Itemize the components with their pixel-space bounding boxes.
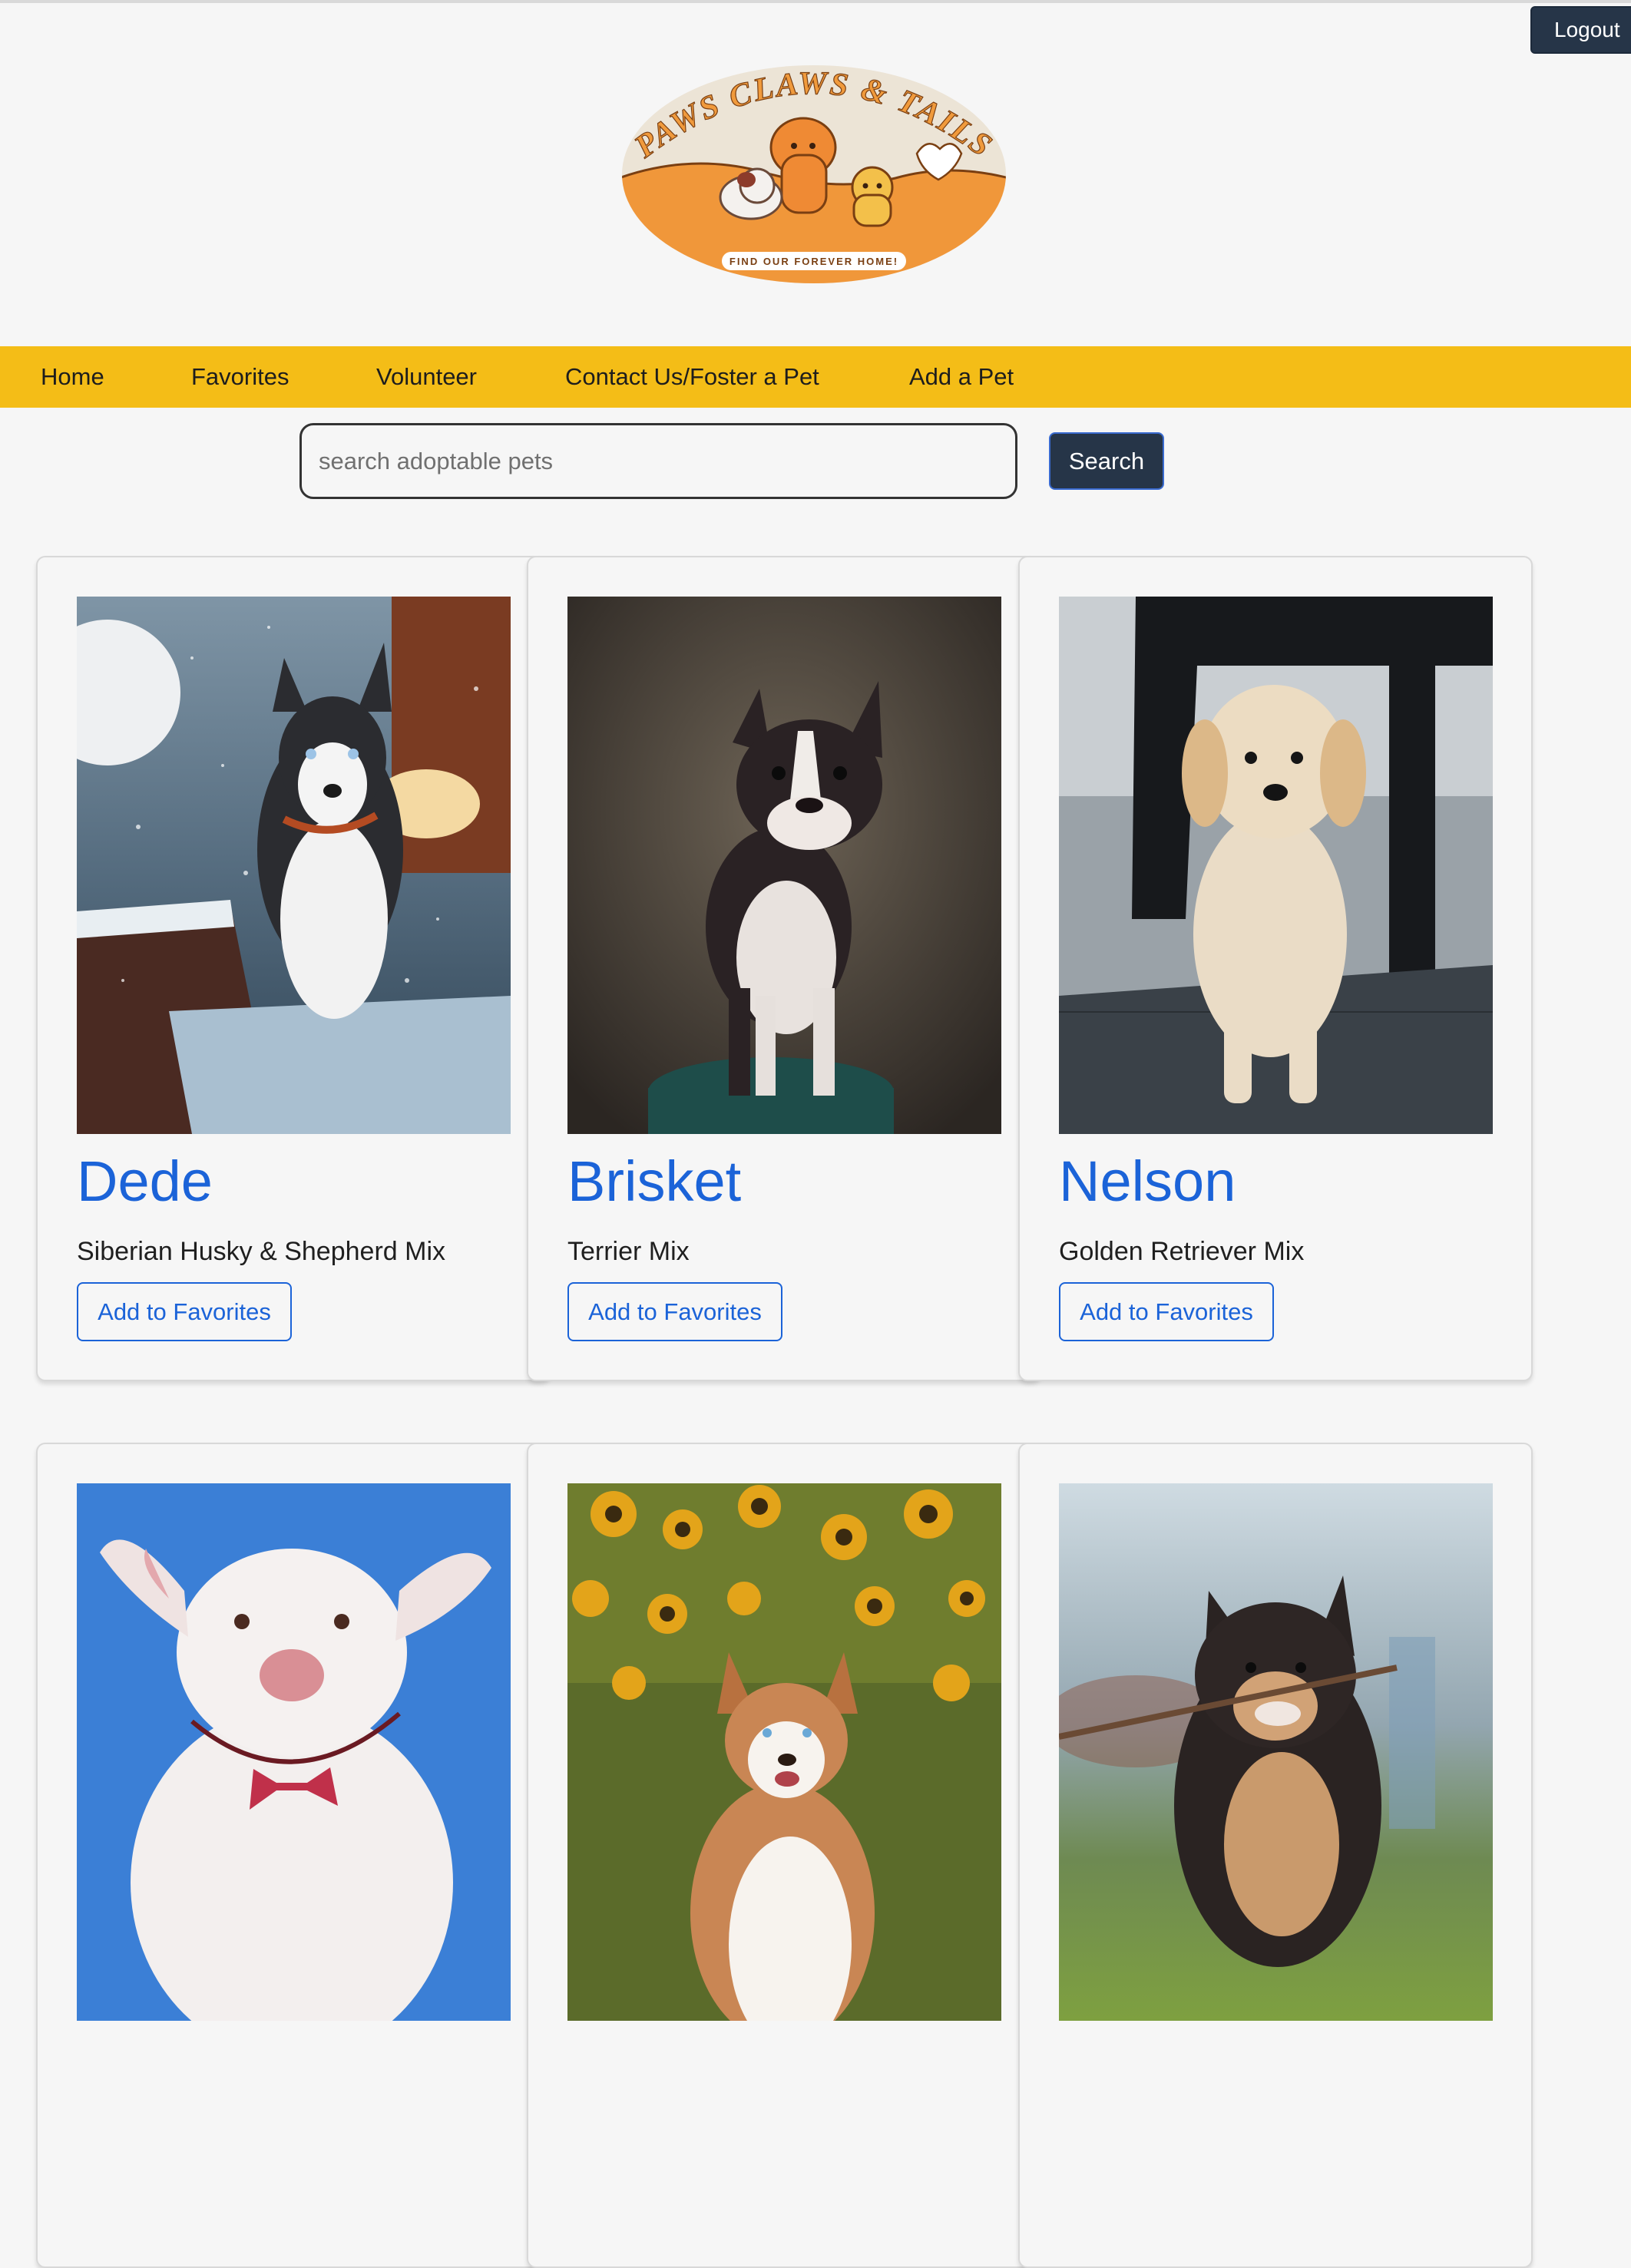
- nav-home[interactable]: Home: [41, 346, 104, 408]
- pet-photo[interactable]: [77, 1483, 511, 2021]
- nav-add-pet[interactable]: Add a Pet: [909, 346, 1014, 408]
- site-logo[interactable]: PAWS CLAWS & TAILS FIND OUR FOREVER HOME…: [619, 63, 1009, 286]
- logo-image: PAWS CLAWS & TAILS FIND OUR FOREVER HOME…: [622, 65, 1006, 283]
- nav-contact-foster[interactable]: Contact Us/Foster a Pet: [565, 346, 819, 408]
- add-to-favorites-button[interactable]: Add to Favorites: [567, 1282, 782, 1341]
- pet-name-link[interactable]: Dede: [77, 1149, 213, 1214]
- pet-breed: Golden Retriever Mix: [1059, 1237, 1305, 1266]
- top-divider: [0, 0, 1631, 3]
- logo-tagline: FIND OUR FOREVER HOME!: [729, 256, 898, 267]
- pet-card: [36, 1443, 551, 2268]
- pet-name-link[interactable]: Brisket: [567, 1149, 741, 1214]
- pet-card: Brisket Terrier Mix Add to Favorites: [527, 556, 1041, 1381]
- pet-card: [527, 1443, 1041, 2268]
- add-to-favorites-button[interactable]: Add to Favorites: [1059, 1282, 1274, 1341]
- pet-photo[interactable]: [1059, 1483, 1493, 2021]
- pet-card: Dede Siberian Husky & Shepherd Mix Add t…: [36, 556, 551, 1381]
- pet-card: [1018, 1443, 1533, 2268]
- pet-breed: Siberian Husky & Shepherd Mix: [77, 1237, 446, 1266]
- pet-photo[interactable]: [567, 1483, 1001, 2021]
- logout-button[interactable]: Logout: [1530, 6, 1631, 54]
- pet-name-link[interactable]: Nelson: [1059, 1149, 1236, 1214]
- pet-card: Nelson Golden Retriever Mix Add to Favor…: [1018, 556, 1533, 1381]
- pet-photo[interactable]: [77, 597, 511, 1134]
- search-input[interactable]: [299, 423, 1017, 499]
- main-nav: Home Favorites Volunteer Contact Us/Fost…: [0, 346, 1631, 408]
- nav-volunteer[interactable]: Volunteer: [376, 346, 477, 408]
- search-button[interactable]: Search: [1049, 432, 1164, 490]
- pet-breed: Terrier Mix: [567, 1237, 690, 1266]
- nav-favorites[interactable]: Favorites: [191, 346, 289, 408]
- pet-photo[interactable]: [1059, 597, 1493, 1134]
- pet-photo[interactable]: [567, 597, 1001, 1134]
- add-to-favorites-button[interactable]: Add to Favorites: [77, 1282, 292, 1341]
